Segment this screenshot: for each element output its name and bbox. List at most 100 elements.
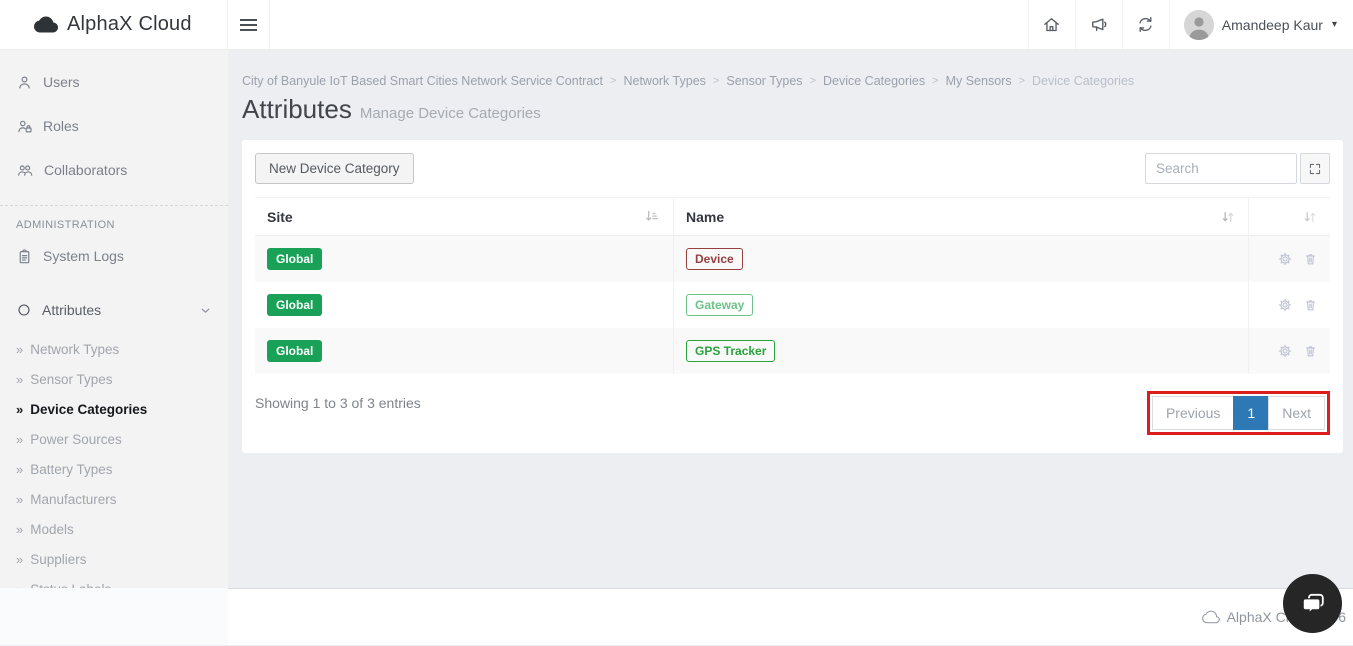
breadcrumb-item[interactable]: Device Categories: [823, 74, 925, 88]
page-head: Attributes Manage Device Categories: [242, 94, 1343, 125]
pagination-highlight-annotation: Previous 1 Next: [1146, 391, 1330, 435]
app-window: AlphaX Cloud Amandeep Kaur ▾ Users Roles…: [0, 0, 1353, 646]
settings-icon[interactable]: [1277, 297, 1293, 313]
card-toolbar: New Device Category: [255, 153, 1330, 184]
submenu-item-manufacturers[interactable]: » Manufacturers: [0, 484, 228, 514]
pagination-next-button[interactable]: Next: [1268, 396, 1325, 430]
entries-summary: Showing 1 to 3 of 3 entries: [255, 395, 421, 411]
submenu-label: Suppliers: [30, 551, 87, 567]
refresh-icon: [1136, 15, 1155, 34]
sort-amount-icon[interactable]: [644, 208, 661, 225]
sidebar-item-roles[interactable]: Roles: [0, 104, 228, 148]
chevron-down-icon: [199, 304, 212, 317]
double-chevron-icon: »: [16, 371, 24, 387]
new-device-category-button[interactable]: New Device Category: [255, 153, 414, 184]
submenu-item-suppliers[interactable]: » Suppliers: [0, 544, 228, 574]
sort-updown-icon[interactable]: [1220, 209, 1236, 225]
breadcrumb-item[interactable]: My Sensors: [946, 74, 1012, 88]
submenu-label: Sensor Types: [30, 371, 113, 387]
brand[interactable]: AlphaX Cloud: [0, 0, 228, 49]
user-menu[interactable]: Amandeep Kaur ▾: [1168, 0, 1353, 49]
page-subtitle: Manage Device Categories: [359, 105, 541, 122]
cloud-icon: [34, 15, 58, 34]
actions-cell: [1248, 236, 1330, 282]
pagination-page-1-button[interactable]: 1: [1233, 396, 1270, 430]
cloud-outline-icon: [1201, 610, 1221, 625]
submenu-item-power-sources[interactable]: » Power Sources: [0, 424, 228, 454]
sidebar-toggle-button[interactable]: [228, 0, 270, 49]
submenu-label: Battery Types: [30, 461, 113, 477]
breadcrumb-item[interactable]: City of Banyule IoT Based Smart Cities N…: [242, 74, 603, 88]
settings-icon[interactable]: [1277, 343, 1293, 359]
device-categories-card: New Device Category Search Site Name Glo…: [242, 140, 1343, 453]
name-cell: Gateway: [673, 282, 1248, 328]
fullscreen-button[interactable]: [1300, 153, 1330, 184]
navbar-spacer: [270, 0, 1028, 49]
delete-icon[interactable]: [1303, 297, 1318, 313]
delete-icon[interactable]: [1303, 343, 1318, 359]
sort-updown-icon[interactable]: [1302, 209, 1318, 225]
user-name: Amandeep Kaur: [1221, 16, 1323, 33]
submenu-label: Manufacturers: [30, 491, 117, 507]
table-header-row: Site Name: [255, 198, 1330, 236]
search-input[interactable]: [1145, 153, 1297, 184]
sidebar: Users Roles Collaborators ADMINISTRATION: [0, 50, 228, 645]
collaborators-icon: [16, 162, 34, 179]
submenu-label: Power Sources: [30, 431, 122, 447]
name-cell: Device: [673, 236, 1248, 282]
name-badge: Device: [686, 248, 743, 270]
name-badge: Gateway: [686, 294, 754, 316]
sidebar-item-system-logs[interactable]: System Logs: [0, 234, 228, 278]
chat-widget-button[interactable]: [1283, 574, 1342, 633]
caret-down-icon: ▾: [1331, 19, 1337, 30]
content: City of Banyule IoT Based Smart Cities N…: [228, 50, 1353, 588]
footer-version-fragment: 6: [1338, 609, 1346, 625]
submenu-item-sensor-types[interactable]: » Sensor Types: [0, 364, 228, 394]
sidebar-item-users[interactable]: Users: [0, 60, 228, 104]
site-cell: Global: [255, 236, 673, 282]
breadcrumb-separator: >: [809, 75, 816, 87]
submenu-label: Network Types: [30, 341, 120, 357]
double-chevron-icon: »: [16, 341, 24, 357]
top-navbar: AlphaX Cloud Amandeep Kaur ▾: [0, 0, 1353, 50]
site-badge: Global: [267, 248, 323, 270]
name-badge: GPS Tracker: [686, 340, 776, 362]
double-chevron-icon: »: [16, 551, 24, 567]
column-header-actions[interactable]: [1248, 198, 1330, 235]
submenu-item-battery-types[interactable]: » Battery Types: [0, 454, 228, 484]
refresh-button[interactable]: [1121, 0, 1169, 49]
double-chevron-icon: »: [16, 461, 24, 477]
home-button[interactable]: [1027, 0, 1075, 49]
column-header-name[interactable]: Name: [673, 198, 1248, 235]
footer: AlphaX Cloud 6: [228, 588, 1353, 645]
breadcrumb-item[interactable]: Network Types: [623, 74, 705, 88]
column-header-site[interactable]: Site: [255, 198, 673, 235]
settings-icon[interactable]: [1277, 251, 1293, 267]
submenu-item-network-types[interactable]: » Network Types: [0, 334, 228, 364]
announcements-button[interactable]: [1074, 0, 1122, 49]
pagination: Previous 1 Next: [1151, 396, 1325, 430]
pagination-previous-button[interactable]: Previous: [1151, 396, 1235, 430]
site-badge: Global: [267, 340, 323, 362]
device-categories-table: Site Name Global Device Global Gateway G…: [255, 197, 1330, 374]
brand-name: AlphaX Cloud: [67, 13, 192, 35]
breadcrumb-separator: >: [610, 75, 617, 87]
breadcrumb-item-current: Device Categories: [1032, 74, 1135, 88]
delete-icon[interactable]: [1303, 251, 1318, 267]
submenu-label: Models: [30, 521, 74, 537]
chat-bubble-icon: [1298, 589, 1328, 619]
double-chevron-icon: »: [16, 491, 24, 507]
system-logs-icon: [16, 248, 33, 265]
sidebar-item-label: Roles: [43, 118, 79, 134]
site-badge: Global: [267, 294, 323, 316]
attributes-submenu: » Network Types » Sensor Types » Device Cat…: [0, 330, 228, 604]
breadcrumb-item[interactable]: Sensor Types: [726, 74, 802, 88]
sidebar-item-attributes[interactable]: Attributes: [0, 290, 228, 330]
toolbar-right: [1145, 153, 1330, 184]
submenu-item-models[interactable]: » Models: [0, 514, 228, 544]
sidebar-item-label: Attributes: [42, 302, 102, 318]
submenu-item-device-categories[interactable]: » Device Categories: [0, 394, 228, 424]
column-label: Site: [267, 208, 293, 225]
menu-icon: [240, 18, 257, 31]
sidebar-item-collaborators[interactable]: Collaborators: [0, 148, 228, 192]
